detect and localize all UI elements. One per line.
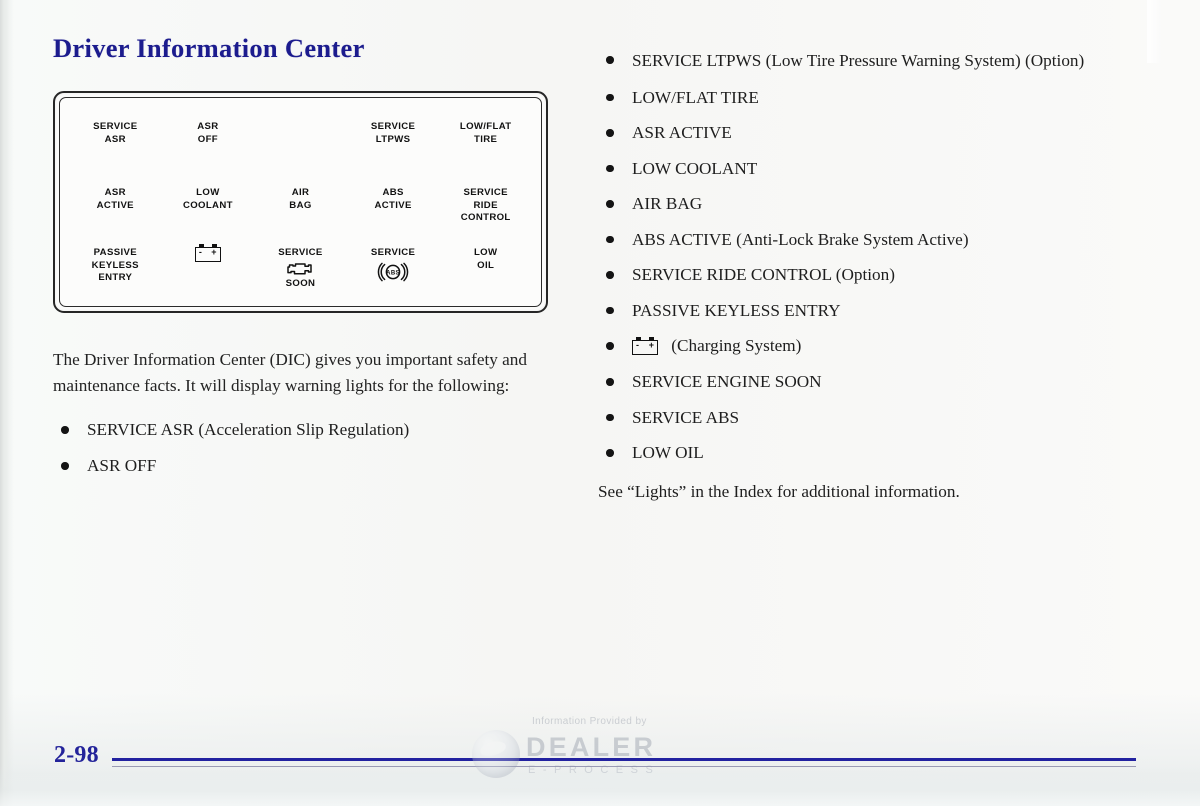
manual-page: Driver Information Center SERVICE ASR AS… — [0, 0, 1200, 806]
list-item-label: ASR OFF — [87, 456, 157, 475]
engine-icon — [287, 262, 313, 275]
left-warning-light-list: SERVICE ASR (Acceleration Slip Regulatio… — [53, 418, 568, 477]
dic-indicator-service-ride-control: SERVICE RIDE CONTROL — [460, 187, 511, 224]
list-item: SERVICE ABS — [598, 406, 1098, 429]
list-item-label: ASR ACTIVE — [632, 123, 732, 142]
dic-indicator-charging-system: - + — [162, 235, 255, 262]
footer-rule-thick — [112, 758, 1136, 762]
list-item-label: SERVICE RIDE CONTROL (Option) — [632, 265, 895, 284]
bullet-dot-icon — [606, 306, 614, 314]
list-item: LOW COOLANT — [598, 157, 1098, 180]
list-item: ABS ACTIVE (Anti-Lock Brake System Activ… — [598, 228, 1098, 251]
list-item-charging-system: - + (Charging System) — [598, 334, 1098, 358]
left-column: Driver Information Center SERVICE ASR AS… — [53, 33, 568, 490]
dic-indicator-abs-active: ABS ACTIVE — [374, 187, 412, 211]
dic-display-diagram-inner-border: SERVICE ASR ASR OFF SERVICE LTPWS LOW/FL… — [59, 97, 542, 307]
bullet-dot-icon — [606, 129, 614, 137]
battery-plus-glyph: + — [211, 247, 217, 257]
list-item-label: SERVICE LTPWS (Low Tire Pressure Warning… — [632, 51, 1085, 70]
abs-icon: ABS — [377, 262, 409, 281]
footer-rule-thin — [112, 766, 1136, 768]
list-item-label: SERVICE ABS — [632, 407, 740, 427]
list-item-label: SERVICE ENGINE SOON — [632, 372, 822, 392]
bullet-dot-icon — [606, 378, 614, 386]
dic-label-service-abs: SERVICE — [370, 247, 416, 258]
page-body: Driver Information Center SERVICE ASR AS… — [0, 0, 1200, 806]
bullet-dot-icon — [606, 271, 614, 279]
page-number: 2-98 — [54, 742, 99, 768]
bullet-dot-icon — [606, 449, 614, 457]
battery-minus-glyph: - — [198, 247, 203, 257]
dic-label-service: SERVICE — [278, 247, 323, 258]
bullet-dot-icon — [606, 93, 614, 101]
see-lights-index-note: See “Lights” in the Index for additional… — [598, 482, 960, 502]
list-item: SERVICE RIDE CONTROL (Option) — [598, 263, 1098, 286]
list-item: SERVICE ASR (Acceleration Slip Regulatio… — [53, 418, 568, 441]
list-item: SERVICE ENGINE SOON — [598, 370, 1098, 393]
bullet-dot-icon — [606, 56, 614, 64]
list-item-label: AIR BAG — [632, 194, 703, 213]
list-item-label: PASSIVE KEYLESS ENTRY — [632, 300, 841, 320]
dic-description-paragraph: The Driver Information Center (DIC) give… — [53, 350, 527, 395]
bullet-dot-icon — [606, 164, 614, 172]
dic-indicator-service-ltpws: SERVICE LTPWS — [370, 121, 416, 145]
dic-indicator-asr-off: ASR OFF — [197, 121, 219, 145]
dic-indicator-low-oil: LOW OIL — [473, 247, 498, 271]
right-warning-light-list: SERVICE LTPWS (Low Tire Pressure Warning… — [598, 48, 1098, 464]
list-item-label: LOW COOLANT — [632, 158, 758, 178]
dic-indicator-grid: SERVICE ASR ASR OFF SERVICE LTPWS LOW/FL… — [69, 111, 532, 297]
dic-indicator-service-abs: SERVICE ABS — [347, 235, 440, 283]
dic-indicator-air-bag: AIR BAG — [289, 187, 312, 211]
bullet-dot-icon — [606, 235, 614, 243]
list-item: LOW OIL — [598, 441, 1098, 464]
list-item: SERVICE LTPWS (Low Tire Pressure Warning… — [598, 48, 1098, 73]
list-item: ASR OFF — [53, 454, 568, 477]
dic-indicator-asr-active: ASR ACTIVE — [96, 187, 134, 211]
list-item-label: ABS ACTIVE (Anti-Lock Brake System Activ… — [632, 229, 969, 249]
list-item-label: LOW OIL — [632, 443, 704, 463]
battery-icon: - + — [632, 336, 658, 355]
list-item-label: SERVICE ASR (Acceleration Slip Regulatio… — [87, 420, 410, 439]
battery-minus-glyph: - — [636, 339, 639, 350]
dic-display-diagram: SERVICE ASR ASR OFF SERVICE LTPWS LOW/FL… — [53, 91, 548, 313]
page-title: Driver Information Center — [53, 33, 365, 63]
dic-indicator-passive-keyless-entry: PASSIVE KEYLESS ENTRY — [91, 247, 139, 284]
list-item: PASSIVE KEYLESS ENTRY — [598, 299, 1098, 322]
bullet-dot-icon — [606, 200, 614, 208]
dic-indicator-service-asr: SERVICE ASR — [93, 121, 138, 145]
bullet-dot-icon — [606, 342, 614, 350]
dic-label-soon: SOON — [285, 277, 316, 289]
bullet-dot-icon — [61, 462, 69, 470]
list-item: ASR ACTIVE — [598, 121, 1098, 144]
svg-text:ABS: ABS — [386, 270, 400, 276]
dic-indicator-low-flat-tire: LOW/FLAT TIRE — [459, 121, 512, 145]
bullet-dot-icon — [61, 426, 69, 434]
list-item: AIR BAG — [598, 192, 1098, 215]
dic-indicator-service-engine-soon: SERVICE SOON — [254, 235, 347, 290]
dic-indicator-empty-slot — [254, 111, 347, 121]
right-column: SERVICE LTPWS (Low Tire Pressure Warning… — [598, 33, 1098, 503]
battery-icon: - + — [194, 244, 221, 262]
list-item: LOW/FLAT TIRE — [598, 86, 1098, 109]
list-item-label: (Charging System) — [671, 336, 802, 355]
page-footer: 2-98 — [0, 716, 1200, 806]
battery-plus-glyph: + — [648, 339, 654, 350]
bullet-dot-icon — [606, 413, 614, 422]
list-item-label: LOW/FLAT TIRE — [632, 87, 759, 107]
dic-indicator-low-coolant: LOW COOLANT — [182, 187, 233, 211]
battery-icon-wrapper: - + — [632, 335, 658, 358]
